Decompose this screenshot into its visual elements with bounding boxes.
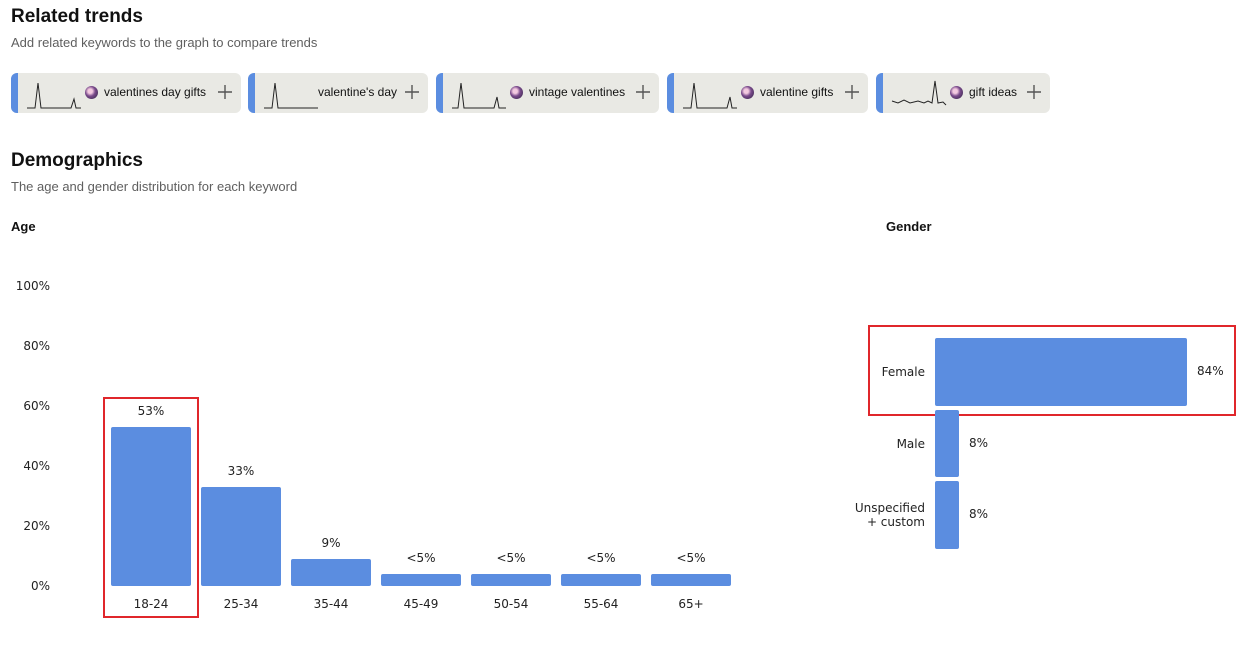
age-bar-35-44[interactable] [291, 559, 371, 586]
plus-icon[interactable] [633, 81, 653, 103]
age-bar-55-64[interactable] [561, 574, 641, 586]
highlight-box [103, 397, 199, 618]
age-category-label: 35-44 [313, 597, 349, 611]
gender-category-label: Unspecified + custom [854, 501, 925, 529]
gender-heading: Gender [886, 219, 932, 234]
age-bar-50-54[interactable] [471, 574, 551, 586]
age-category-label: 65+ [678, 597, 704, 611]
age-bar-45-49[interactable] [381, 574, 461, 586]
age-value-label: <5% [586, 551, 616, 565]
demographics-title: Demographics [11, 150, 143, 171]
keyword-label: gift ideas [969, 85, 1018, 99]
sparkline-icon [27, 82, 81, 109]
related-trends-title: Related trends [11, 6, 143, 27]
y-axis-tick: 60% [23, 399, 50, 413]
keyword-pill[interactable]: vintage valentines [436, 73, 659, 113]
keyword-avatar-icon [85, 86, 98, 99]
pill-color-marker [11, 73, 18, 113]
sparkline-icon [452, 82, 506, 109]
age-category-label: 55-64 [583, 597, 619, 611]
y-axis-tick: 40% [23, 459, 50, 473]
pill-color-marker [436, 73, 443, 113]
age-value-label: <5% [406, 551, 436, 565]
keyword-label: vintage valentines [529, 85, 626, 99]
keyword-avatar-icon [950, 86, 963, 99]
gender-category-label: Male [896, 436, 925, 451]
gender-value-label: 8% [969, 435, 989, 450]
plus-icon[interactable] [215, 81, 235, 103]
y-axis-tick: 20% [23, 519, 50, 533]
age-bar-25-34[interactable] [201, 487, 281, 586]
y-axis-tick: 80% [23, 339, 50, 353]
keyword-pill[interactable]: valentine's day [248, 73, 428, 113]
age-category-label: 45-49 [403, 597, 439, 611]
demographics-subtitle: The age and gender distribution for each… [11, 179, 298, 194]
y-axis-tick: 0% [30, 579, 50, 593]
plus-icon[interactable] [1024, 81, 1044, 103]
age-value-label: <5% [676, 551, 706, 565]
age-category-label: 50-54 [493, 597, 529, 611]
pill-color-marker [667, 73, 674, 113]
keyword-avatar-icon [741, 86, 754, 99]
gender-bar[interactable] [935, 410, 959, 477]
keyword-label: valentines day gifts [104, 85, 207, 99]
age-value-label: <5% [496, 551, 526, 565]
age-heading: Age [11, 219, 36, 234]
pill-color-marker [248, 73, 255, 113]
pill-color-marker [876, 73, 883, 113]
keyword-label: valentine's day [318, 85, 398, 99]
y-axis-tick: 100% [15, 279, 50, 293]
keyword-pill[interactable]: gift ideas [876, 73, 1050, 113]
age-value-label: 9% [321, 536, 341, 550]
highlight-box [868, 325, 1236, 416]
plus-icon[interactable] [402, 81, 422, 103]
age-bar-65+[interactable] [651, 574, 731, 586]
keyword-pill[interactable]: valentines day gifts [11, 73, 241, 113]
sparkline-icon [683, 82, 737, 109]
age-category-label: 25-34 [223, 597, 259, 611]
gender-bar[interactable] [935, 481, 959, 549]
sparkline-icon [264, 82, 318, 109]
keyword-label: valentine gifts [760, 85, 834, 99]
keyword-pill[interactable]: valentine gifts [667, 73, 868, 113]
related-trends-subtitle: Add related keywords to the graph to com… [11, 35, 318, 50]
plus-icon[interactable] [842, 81, 862, 103]
sparkline-icon [891, 80, 947, 106]
keyword-avatar-icon [510, 86, 523, 99]
gender-value-label: 8% [969, 507, 989, 521]
age-value-label: 33% [227, 464, 255, 478]
